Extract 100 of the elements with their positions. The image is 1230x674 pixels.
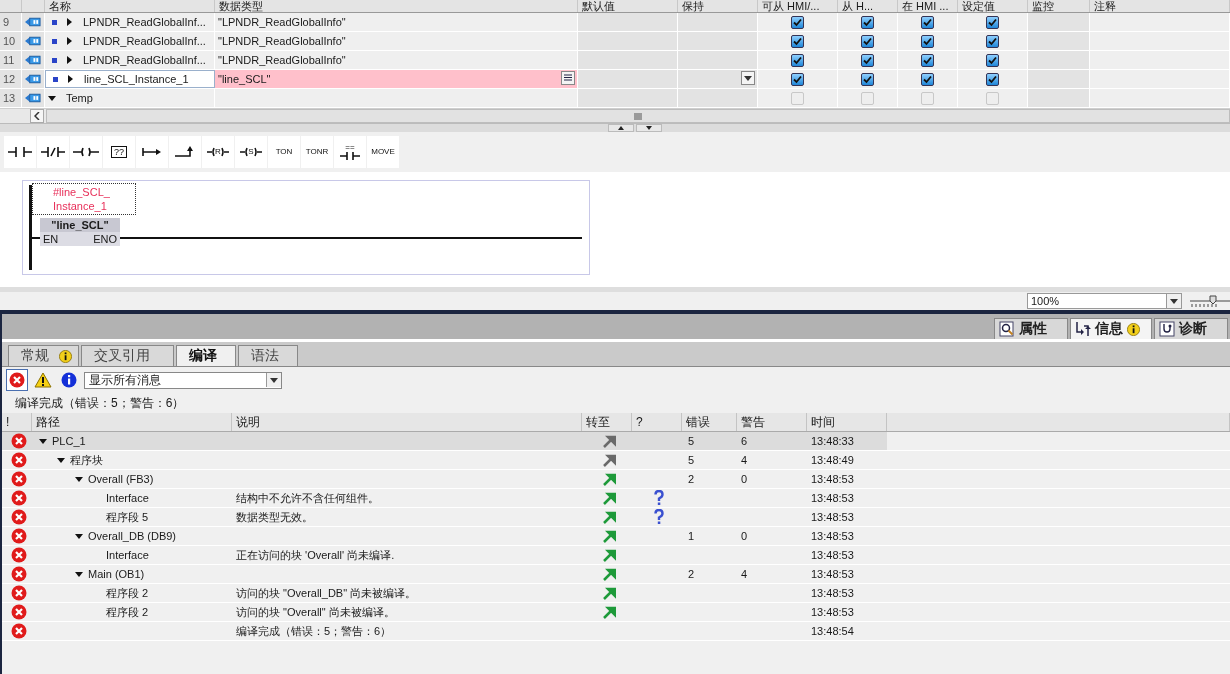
checkbox[interactable]	[986, 72, 999, 86]
column-header[interactable]: 在 HMI ...	[898, 0, 958, 12]
expand-icon[interactable]	[75, 475, 83, 483]
expand-icon[interactable]	[66, 75, 74, 83]
column-header[interactable]: 路径	[32, 413, 232, 431]
tab[interactable]: 交叉引用	[81, 345, 174, 366]
message-row[interactable]: Interface 结构中不允许不含任何组件。 13:48:53	[2, 489, 1230, 508]
name-cell[interactable]: line_SCL_Instance_1	[45, 70, 215, 88]
row-header[interactable]: 9	[0, 13, 22, 31]
checkbox[interactable]	[861, 34, 874, 48]
inspector-tab[interactable]: 诊断	[1154, 318, 1228, 339]
column-header[interactable]: 注释	[1090, 0, 1230, 12]
zoom-slider-drawing[interactable]	[1190, 295, 1230, 307]
name-cell[interactable]: Temp	[45, 89, 215, 107]
checkbox[interactable]	[791, 53, 804, 67]
checkbox[interactable]	[861, 72, 874, 86]
dropdown-arrow-button[interactable]	[1166, 294, 1181, 308]
message-row[interactable]: Overall (FB3) 2 0 13:48:53	[2, 470, 1230, 489]
splitter-up-button[interactable]	[608, 124, 634, 132]
checkbox[interactable]	[791, 15, 804, 29]
column-header[interactable]: 转至	[582, 413, 632, 431]
column-header[interactable]: 从 H...	[838, 0, 898, 12]
column-header[interactable]: 默认值	[578, 0, 678, 12]
expand-icon[interactable]	[65, 37, 73, 45]
expand-icon[interactable]	[48, 94, 56, 102]
message-row[interactable]: 编译完成（错误：5；警告：6） 13:48:54	[2, 622, 1230, 641]
goto-arrow-icon[interactable]	[602, 529, 616, 543]
message-row[interactable]: Overall_DB (DB9) 1 0 13:48:53	[2, 527, 1230, 546]
column-header[interactable]: 监控	[1028, 0, 1090, 12]
column-header[interactable]: 数据类型	[215, 0, 578, 12]
goto-arrow-icon[interactable]	[602, 605, 616, 619]
message-row[interactable]: 程序块 5 4 13:48:49	[2, 451, 1230, 470]
checkbox[interactable]	[861, 15, 874, 29]
goto-arrow-icon[interactable]	[602, 567, 616, 581]
dropdown-button[interactable]	[741, 71, 755, 85]
checkbox[interactable]	[791, 34, 804, 48]
instruction-button[interactable]: TON	[268, 136, 300, 168]
row-header[interactable]: 13	[0, 89, 22, 107]
compare-button[interactable]: ==	[334, 136, 366, 168]
scroll-left-button[interactable]	[30, 109, 44, 123]
column-header[interactable]: ?	[632, 413, 682, 431]
goto-arrow-icon[interactable]	[602, 434, 616, 448]
instruction-button[interactable]	[4, 136, 36, 168]
checkbox[interactable]	[921, 15, 934, 29]
dropdown-arrow-button[interactable]	[266, 373, 281, 387]
message-row[interactable]: Interface 正在访问的块 'Overall' 尚未编译. 13:48:53	[2, 546, 1230, 565]
checkbox[interactable]	[986, 34, 999, 48]
coil-button[interactable]: R	[202, 136, 234, 168]
instruction-button[interactable]: MOVE	[367, 136, 399, 168]
function-block[interactable]: "line_SCL" EN ENO	[40, 218, 120, 246]
zoom-dropdown[interactable]: 100%	[1027, 293, 1182, 309]
expand-icon[interactable]	[75, 570, 83, 578]
column-header[interactable]: 名称	[45, 0, 215, 12]
checkbox[interactable]	[986, 15, 999, 29]
expand-icon[interactable]	[39, 437, 47, 445]
column-header[interactable]: 说明	[232, 413, 582, 431]
checkbox[interactable]	[921, 53, 934, 67]
tab[interactable]: 常规	[8, 345, 79, 366]
empty-box-button[interactable]: ??	[103, 136, 135, 168]
goto-arrow-icon[interactable]	[602, 548, 616, 562]
data-type-cell[interactable]: "LPNDR_ReadGlobalInfo"	[215, 32, 578, 50]
message-row[interactable]: 程序段 2 访问的块 "Overall" 尚未被编译。 13:48:53	[2, 603, 1230, 622]
splitter-down-button[interactable]	[636, 124, 662, 132]
message-row[interactable]: 程序段 5 数据类型无效。 13:48:53	[2, 508, 1230, 527]
column-header[interactable]: !	[2, 413, 32, 431]
help-icon[interactable]	[654, 490, 664, 506]
tab[interactable]: 编译	[176, 345, 236, 366]
checkbox[interactable]	[921, 34, 934, 48]
instruction-button[interactable]	[70, 136, 102, 168]
data-type-cell[interactable]: "LPNDR_ReadGlobalInfo"	[215, 13, 578, 31]
scrollbar-thumb[interactable]	[46, 109, 1230, 123]
goto-arrow-icon[interactable]	[602, 586, 616, 600]
row-header[interactable]: 11	[0, 51, 22, 69]
checkbox[interactable]	[861, 53, 874, 67]
data-type-cell[interactable]: "line_SCL"	[215, 70, 578, 88]
column-header[interactable]: 保持	[678, 0, 758, 12]
column-header[interactable]: 可从 HMI/...	[758, 0, 838, 12]
message-row[interactable]: Main (OB1) 2 4 13:48:53	[2, 565, 1230, 584]
instance-field[interactable]: #line_SCL_ Instance_1	[32, 183, 136, 215]
tab[interactable]: 语法	[238, 345, 298, 366]
instruction-button[interactable]	[136, 136, 168, 168]
column-header[interactable]: 时间	[807, 413, 887, 431]
inspector-tab[interactable]: 信息	[1070, 318, 1152, 339]
expand-icon[interactable]	[65, 18, 73, 26]
error-filter-button[interactable]	[6, 369, 28, 391]
column-header[interactable]: 警告	[737, 413, 807, 431]
inspector-tab[interactable]: 属性	[994, 318, 1068, 339]
instruction-button[interactable]	[169, 136, 201, 168]
goto-arrow-icon[interactable]	[602, 472, 616, 486]
data-type-cell[interactable]: "LPNDR_ReadGlobalInfo"	[215, 51, 578, 69]
checkbox[interactable]	[921, 72, 934, 86]
message-filter-dropdown[interactable]: 显示所有消息	[84, 371, 282, 389]
row-header[interactable]: 12	[0, 70, 22, 88]
list-button[interactable]	[561, 71, 575, 85]
checkbox[interactable]	[986, 53, 999, 67]
goto-arrow-icon[interactable]	[602, 510, 616, 524]
expand-icon[interactable]	[65, 56, 73, 64]
goto-arrow-icon[interactable]	[602, 453, 616, 467]
help-icon[interactable]	[654, 509, 664, 525]
column-header[interactable]: 设定值	[958, 0, 1028, 12]
